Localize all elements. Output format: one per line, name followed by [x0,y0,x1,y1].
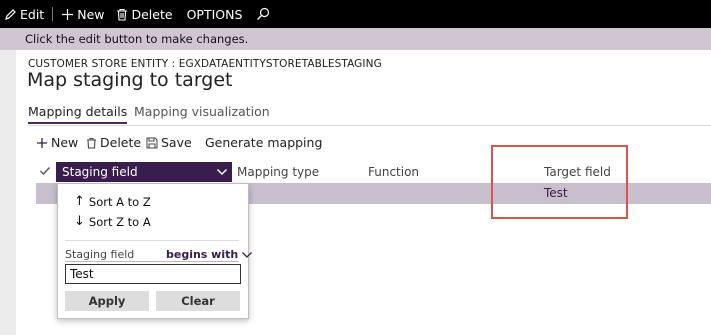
page-title: Map staging to target [27,69,233,91]
tab-mapping-visualization[interactable]: Mapping visualization [134,104,270,119]
options-label: OPTIONS [186,6,243,22]
edit-label: Edit [20,6,45,22]
filter-field-label: Staging field [65,248,135,261]
dropdown-divider [65,240,239,241]
new-label: New [77,6,105,22]
pencil-icon [5,8,16,20]
trash-icon [117,8,128,21]
navigation-pane-strip [0,50,16,335]
clear-button[interactable]: Clear [156,291,240,311]
grid-save-label: Save [161,135,192,150]
grid-new-label: New [51,135,79,150]
filter-operator-label: begins with [166,248,239,261]
filter-operator-select[interactable]: begins with [166,248,253,261]
options-button[interactable]: OPTIONS [183,0,247,28]
grid-delete-button[interactable]: Delete [86,135,141,150]
edit-button[interactable]: Edit [0,0,48,28]
search-button[interactable] [252,0,277,28]
delete-button[interactable]: Delete [112,0,176,28]
sort-ascending-label: Sort A to Z [88,194,151,209]
select-all-checkmark-icon[interactable] [39,165,51,177]
sort-descending-option[interactable]: ↓ Sort Z to A [74,214,151,229]
info-message-bar: Click the edit button to make changes. [0,28,711,50]
plus-icon [62,8,74,20]
delete-label: Delete [131,6,173,22]
generate-mapping-button[interactable]: Generate mapping [205,135,322,150]
grid-delete-label: Delete [100,135,142,150]
tab-divider [28,125,711,126]
toolbar-divider [52,7,54,21]
function-column-header[interactable]: Function [368,165,419,179]
arrow-up-icon: ↑ [74,194,85,209]
plus-icon [37,137,47,148]
grid-new-button[interactable]: New [36,135,78,150]
new-button[interactable]: New [57,0,108,28]
save-icon [146,137,158,148]
tab-mapping-details[interactable]: Mapping details [28,104,128,124]
highlight-box [491,145,628,219]
arrow-down-icon: ↓ [74,214,85,229]
sort-descending-label: Sort Z to A [88,214,151,229]
chevron-down-icon [217,169,227,175]
column-filter-dropdown: ↑ Sort A to Z ↓ Sort Z to A Staging fiel… [57,183,253,319]
chevron-down-icon [242,251,253,258]
grid-save-button[interactable]: Save [146,135,192,150]
staging-field-header-label: Staging field [62,165,138,179]
staging-field-column-header[interactable]: Staging field [56,162,232,182]
apply-button[interactable]: Apply [65,291,149,311]
search-icon [257,7,270,20]
trash-icon [87,137,96,149]
filter-value-input[interactable] [65,264,241,284]
sort-ascending-option[interactable]: ↑ Sort A to Z [74,194,151,209]
filter-operator-underline [65,261,239,262]
command-bar: Edit New Delete OPTIONS [0,0,711,28]
mapping-type-column-header[interactable]: Mapping type [237,165,319,179]
